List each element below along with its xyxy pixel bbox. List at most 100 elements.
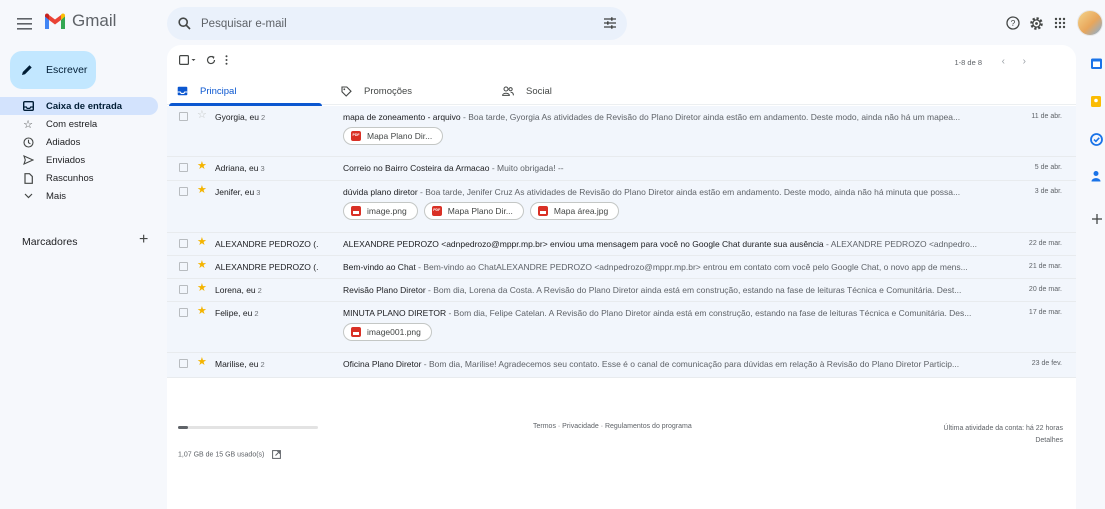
sidebar-item-snoozed[interactable]: Adiados — [0, 133, 158, 151]
row-checkbox[interactable] — [179, 285, 188, 294]
tab-social[interactable]: Social — [492, 77, 552, 105]
email-row[interactable]: ★ ALEXANDRE PEDROZO (. ALEXANDRE PEDROZO… — [167, 233, 1076, 256]
email-row[interactable]: ★ Lorena, eu 2 Revisão Plano Diretor - Bo… — [167, 279, 1076, 302]
row-checkbox[interactable] — [179, 163, 188, 172]
settings-gear-icon[interactable] — [1027, 14, 1045, 32]
email-date: 20 de mar. — [1028, 286, 1062, 293]
email-subject-snippet: mapa de zoneamento - arquivo - Boa tarde… — [343, 112, 998, 122]
refresh-icon[interactable] — [206, 55, 216, 65]
row-checkbox[interactable] — [179, 308, 188, 317]
apps-grid-icon[interactable] — [1051, 14, 1069, 32]
email-row[interactable]: ★ ALEXANDRE PEDROZO (. Bem-vindo ao Chat… — [167, 256, 1076, 279]
star-toggle-icon[interactable]: ☆ — [197, 110, 207, 121]
email-sender: Lorena, eu 2 — [215, 285, 262, 295]
last-activity-text: Última atividade da conta: há 22 horas — [943, 425, 1063, 432]
pdf-file-icon — [431, 206, 442, 216]
gmail-logo[interactable]: Gmail — [44, 11, 116, 31]
search-input[interactable] — [201, 17, 581, 30]
sidebar-item-more[interactable]: Mais — [0, 187, 158, 205]
tab-promocoes[interactable]: Promoções — [331, 77, 412, 105]
email-row[interactable]: ★ Felipe, eu 2 MINUTA PLANO DIRETOR - Bom… — [167, 302, 1076, 353]
search-options-icon[interactable] — [603, 16, 617, 30]
email-date: 22 de mar. — [1028, 240, 1062, 247]
sidebar-item-starred[interactable]: ☆ Com estrela — [0, 115, 158, 133]
more-options-icon[interactable] — [225, 55, 228, 65]
row-checkbox[interactable] — [179, 187, 188, 196]
email-snippet: - Bom dia, Felipe Catelan. A Revisão do … — [446, 308, 972, 318]
email-snippet: - Bem-vindo ao ChatALEXANDRE PEDROZO <ad… — [415, 262, 968, 272]
older-page-icon[interactable]: › — [1023, 56, 1026, 67]
email-list: ☆ Gyorgia, eu 2 mapa de zoneamento - arqu… — [167, 106, 1076, 378]
pdf-file-icon — [351, 131, 361, 141]
sidebar-item-label: Mais — [46, 190, 67, 202]
sidebar-nav: Caixa de entrada ☆ Com estrela Adiados E… — [0, 97, 158, 205]
attachment-chip[interactable]: image.png — [343, 202, 418, 220]
storage-usage-text: 1,07 GB de 15 GB usado(s) — [178, 450, 282, 459]
email-date: 21 de mar. — [1028, 263, 1062, 270]
email-subject-snippet: Oficina Plano Diretor - Bom dia, Marilis… — [343, 359, 998, 369]
tasks-icon[interactable] — [1090, 133, 1104, 147]
email-subject: Revisão Plano Diretor — [343, 285, 426, 295]
star-toggle-icon[interactable]: ★ — [197, 283, 207, 294]
contacts-icon[interactable] — [1090, 170, 1104, 184]
email-date: 3 de abr. — [1034, 188, 1062, 195]
tab-principal[interactable]: Principal — [167, 77, 323, 106]
search-bar[interactable] — [167, 7, 627, 40]
footer-links[interactable]: Termos · Privacidade · Regulamentos do p… — [533, 423, 692, 430]
sidebar-item-inbox[interactable]: Caixa de entrada — [0, 97, 158, 115]
hamburger-icon — [16, 18, 32, 30]
email-row[interactable]: ★ Marilise, eu 2 Oficina Plano Diretor - … — [167, 353, 1076, 378]
attachment-chip[interactable]: Mapa Plano Dir... — [423, 202, 524, 220]
attachment-chip[interactable]: Mapa Plano Dir... — [343, 127, 444, 145]
sidebar-item-drafts[interactable]: Rascunhos — [0, 169, 158, 187]
add-label-button[interactable]: + — [139, 231, 148, 249]
email-date: 11 de abr. — [1031, 113, 1062, 120]
sidebar-item-label: Enviados — [46, 154, 86, 166]
compose-label: Escrever — [46, 64, 88, 76]
email-row[interactable]: ☆ Gyorgia, eu 2 mapa de zoneamento - arqu… — [167, 106, 1076, 157]
add-addon-icon[interactable] — [1091, 213, 1103, 225]
email-subject: Correio no Bairro Costeira da Armacao — [343, 163, 490, 173]
email-subject-snippet: Correio no Bairro Costeira da Armacao - … — [343, 163, 998, 173]
row-checkbox[interactable] — [179, 112, 188, 121]
star-toggle-icon[interactable]: ★ — [197, 357, 207, 368]
activity-details-link[interactable]: Detalhes — [944, 435, 1063, 447]
star-icon: ☆ — [23, 118, 33, 131]
email-subject-snippet: Bem-vindo ao Chat - Bem-vindo ao ChatALE… — [343, 262, 998, 272]
star-toggle-icon[interactable]: ★ — [197, 237, 207, 248]
search-icon[interactable] — [178, 17, 191, 30]
email-sender: ALEXANDRE PEDROZO (. — [215, 262, 319, 272]
keep-icon[interactable] — [1090, 95, 1104, 109]
newer-page-icon[interactable]: ‹ — [1002, 56, 1005, 67]
main-menu-button[interactable] — [14, 14, 34, 34]
email-sender: Gyorgia, eu 2 — [215, 112, 266, 122]
account-avatar[interactable] — [1077, 10, 1103, 36]
star-toggle-icon[interactable]: ★ — [197, 185, 207, 196]
email-date: 5 de abr. — [1034, 164, 1062, 171]
gmail-m-icon — [45, 13, 65, 29]
star-toggle-icon[interactable]: ★ — [197, 161, 207, 172]
email-snippet: - Bom dia, Marilise! Agradecemos seu con… — [421, 359, 960, 369]
tab-label: Principal — [200, 85, 237, 97]
email-row[interactable]: ★ Jenifer, eu 3 dúvida plano diretor - Bo… — [167, 181, 1076, 233]
image-file-icon — [351, 206, 361, 216]
sidebar-item-sent[interactable]: Enviados — [0, 151, 158, 169]
calendar-icon[interactable] — [1090, 57, 1104, 71]
row-checkbox[interactable] — [179, 262, 188, 271]
pagination-count: 1-8 de 8 — [954, 58, 982, 67]
help-icon[interactable]: ? — [1004, 14, 1022, 32]
email-subject-snippet: ALEXANDRE PEDROZO <adnpedrozo@mppr.mp.br… — [343, 239, 998, 249]
attachment-chip[interactable]: Mapa área.jpg — [529, 202, 620, 220]
compose-button[interactable]: Escrever — [10, 51, 96, 89]
row-checkbox[interactable] — [179, 239, 188, 248]
email-row[interactable]: ★ Adriana, eu 3 Correio no Bairro Costeir… — [167, 157, 1076, 181]
attachment-chip[interactable]: image001.png — [343, 323, 432, 341]
select-all-checkbox[interactable] — [179, 55, 197, 65]
gmail-logo-text: Gmail — [72, 11, 117, 30]
external-link-icon[interactable] — [272, 450, 282, 459]
star-toggle-icon[interactable]: ★ — [197, 306, 207, 317]
tab-label: Social — [526, 85, 552, 97]
star-toggle-icon[interactable]: ★ — [197, 260, 207, 271]
row-checkbox[interactable] — [179, 359, 188, 368]
sidebar-item-label: Com estrela — [46, 118, 98, 130]
